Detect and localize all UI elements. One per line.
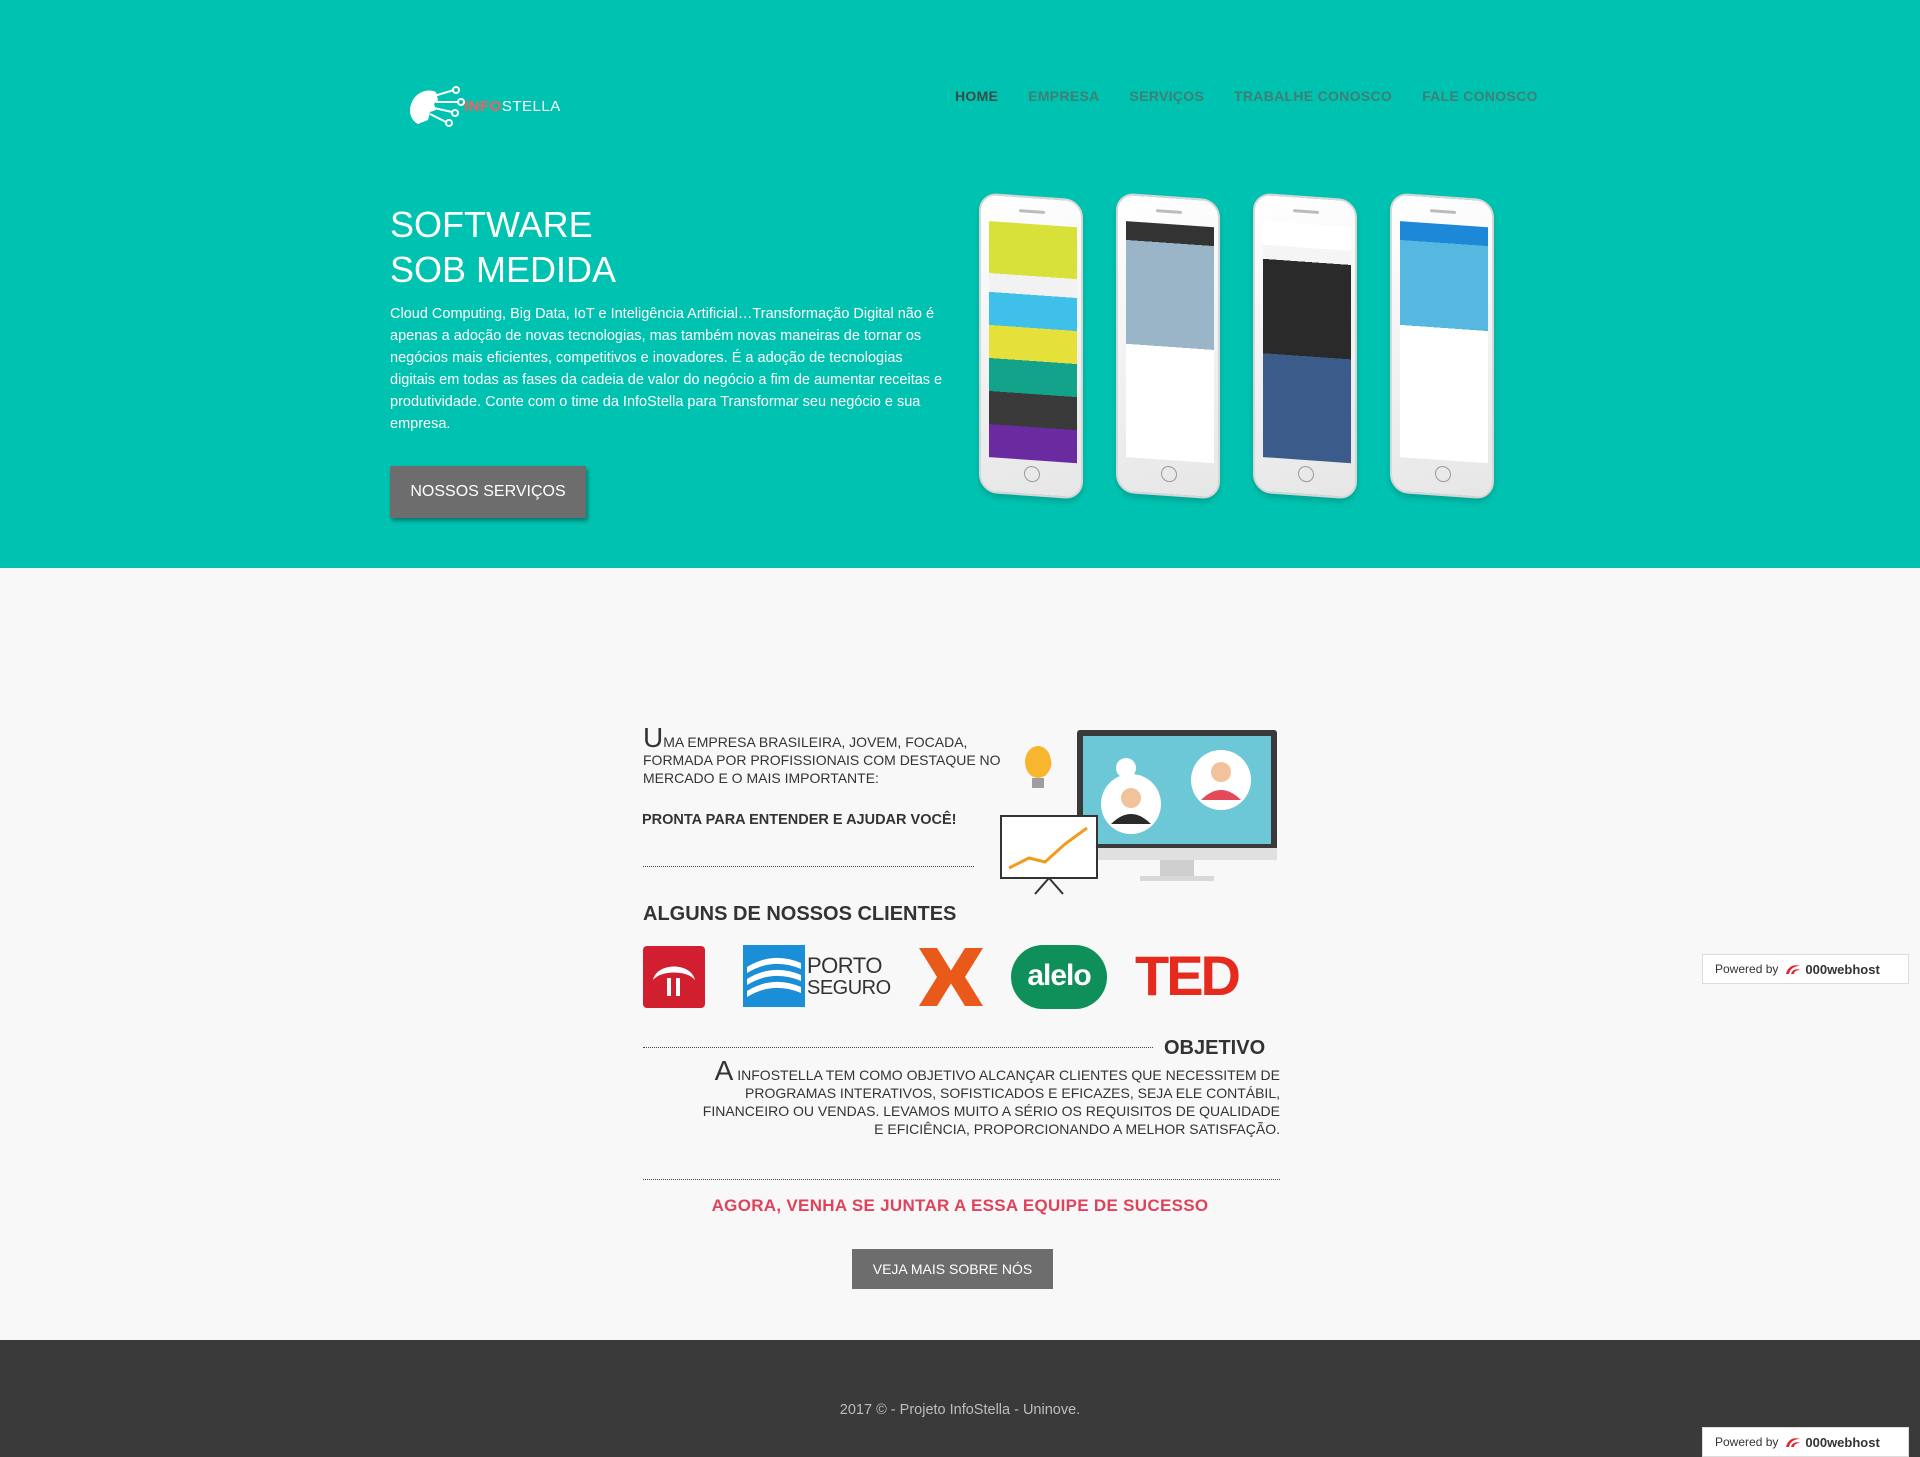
cta-text: AGORA, VENHA SE JUNTAR A ESSA EQUIPE DE … — [711, 1196, 1209, 1215]
porto-seguro-emblem — [743, 945, 805, 1007]
nav-empresa[interactable]: EMPRESA — [1028, 88, 1099, 104]
objetivo-title: OBJETIVO — [1164, 1037, 1266, 1059]
nav-fale-conosco[interactable]: FALE CONOSCO — [1422, 88, 1538, 104]
powered-by-badge[interactable]: Powered by 000webhost — [1702, 954, 1909, 984]
phone-home-button — [1435, 465, 1451, 483]
logo-text: INFOSTELLA — [464, 97, 561, 115]
objetivo-text: A InfoStella tem como objetivo alcançar … — [702, 1055, 1280, 1138]
powered-brand: 000webhost — [1784, 962, 1880, 977]
phone-home-button — [1161, 465, 1177, 483]
webhost-icon — [1786, 1438, 1801, 1447]
phone-mockup — [1116, 192, 1220, 500]
powered-label: Powered by — [1715, 1435, 1779, 1449]
hero-section: INFOSTELLA HOME EMPRESA SERVIÇOS TRABALH… — [0, 0, 1920, 568]
phone-screen — [1400, 221, 1488, 464]
powered-label: Powered by — [1715, 962, 1779, 976]
nav-trabalhe-conosco[interactable]: TRABALHE CONOSCO — [1234, 88, 1392, 104]
phone-speaker — [1019, 209, 1045, 214]
clients-title: ALGUNS DE NOSSOS CLIENTES — [643, 903, 957, 925]
seguro-label: SEGURO — [807, 977, 891, 999]
phone-speaker — [1430, 209, 1456, 214]
phone-screen — [989, 221, 1077, 464]
phone-speaker — [1156, 209, 1182, 214]
powered-by-badge[interactable]: Powered by 000webhost — [1702, 1427, 1909, 1457]
phone-screen — [1263, 221, 1351, 464]
nav-servicos[interactable]: SERVIÇOS — [1130, 88, 1205, 104]
footer — [0, 1340, 1920, 1457]
x-brand-logo — [919, 948, 983, 1006]
main-nav: HOME EMPRESA SERVIÇOS TRABALHE CONOSCO F… — [955, 88, 1568, 104]
phone-home-button — [1024, 465, 1040, 483]
phone-speaker — [1293, 209, 1319, 214]
porto-label: PORTO — [807, 953, 882, 978]
veja-mais-button[interactable]: VEJA MAIS SOBRE NÓS — [852, 1249, 1053, 1289]
phone-screen — [1126, 221, 1214, 464]
intro-text: Uma empresa brasileira, jovem, focada, f… — [643, 722, 1001, 787]
alelo-logo: alelo — [1011, 945, 1107, 1009]
head-circuit-icon — [410, 86, 465, 127]
intro-highlight: PRONTA PARA ENTENDER E AJUDAR VOCÊ! — [642, 812, 957, 828]
powered-brand: 000webhost — [1784, 1435, 1880, 1450]
nossos-servicos-button[interactable]: NOSSOS SERVIÇOS — [390, 466, 586, 518]
phone-mockup — [979, 192, 1083, 500]
divider — [643, 866, 974, 867]
nav-home[interactable]: HOME — [955, 88, 998, 104]
phone-mockup — [1390, 192, 1494, 500]
footer-copyright: 2017 © - Projeto InfoStella - Uninove. — [839, 1402, 1081, 1418]
phone-mockup — [1253, 192, 1357, 500]
webhost-icon — [1786, 965, 1801, 974]
bradesco-logo — [643, 946, 705, 1008]
phone-mockups — [975, 192, 1495, 500]
site-logo[interactable]: INFOSTELLA — [404, 82, 574, 130]
phone-home-button — [1298, 465, 1314, 483]
hero-title: SOFTWARE SOB MEDIDA — [390, 202, 616, 292]
divider — [643, 1179, 1280, 1180]
hero-description: Cloud Computing, Big Data, IoT e Intelig… — [390, 306, 943, 432]
team-monitor-illustration — [1000, 730, 1277, 895]
divider — [643, 1047, 1153, 1048]
hero-title-line1: SOFTWARE — [390, 204, 593, 245]
hero-title-line2: SOB MEDIDA — [390, 249, 617, 290]
porto-seguro-logo: PORTO SEGURO — [743, 945, 893, 1009]
ted-logo: TED — [1135, 944, 1241, 1007]
